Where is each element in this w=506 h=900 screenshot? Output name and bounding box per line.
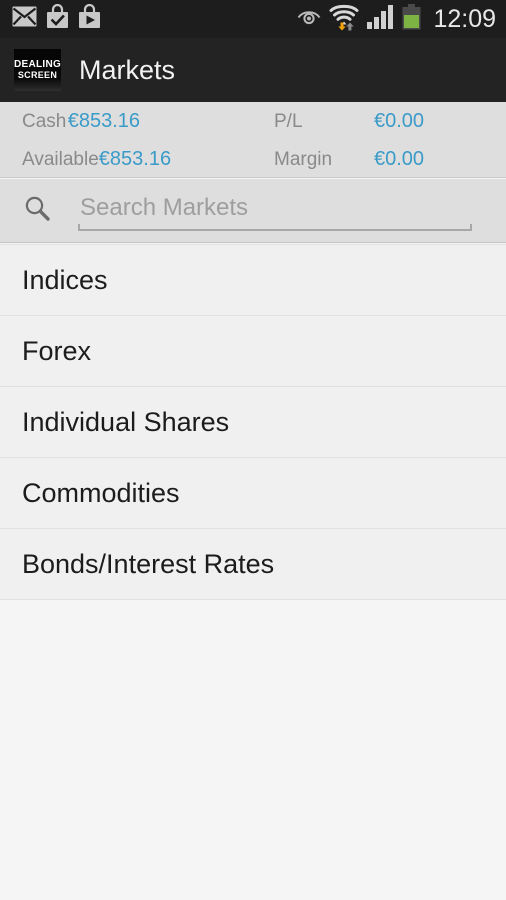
markets-list: Indices Forex Individual Shares Commodit…: [0, 244, 506, 600]
status-bar-system-icons: 12:09: [297, 3, 496, 36]
play-store-update-icon: [46, 3, 69, 34]
eye-icon: [297, 8, 321, 30]
wifi-transfer-icon: [329, 3, 359, 36]
cash-label: Cash: [22, 110, 67, 132]
status-bar-clock: 12:09: [433, 4, 496, 33]
margin-field: Margin €0.00: [270, 149, 424, 170]
action-bar: DEALING SCREEN Markets: [0, 38, 506, 102]
page-title: Markets: [79, 55, 176, 85]
account-summary-row-1: Cash €853.16 P/L €0.00: [0, 102, 506, 140]
market-category-label: Commodities: [22, 478, 180, 508]
available-value: €853.16: [98, 147, 172, 170]
list-item[interactable]: Forex: [0, 316, 506, 387]
list-empty-area: [0, 601, 506, 900]
email-icon: [12, 6, 37, 32]
market-category-label: Bonds/Interest Rates: [22, 549, 275, 579]
search-icon[interactable]: [24, 195, 50, 226]
list-item[interactable]: Bonds/Interest Rates: [0, 529, 506, 600]
status-bar-notification-icons: [12, 3, 101, 34]
app-screen: 12:09 DEALING SCREEN Markets Cash €853.1…: [0, 0, 506, 900]
search-bar: [0, 179, 506, 243]
search-field-underline: [78, 223, 472, 231]
pl-field: P/L €0.00: [270, 111, 424, 132]
search-field[interactable]: [68, 189, 474, 233]
battery-icon: [402, 3, 421, 35]
pl-label: P/L: [274, 110, 303, 132]
account-summary-row-2: Available €853.16 Margin €0.00: [0, 140, 506, 178]
app-logo-line-2: SCREEN: [17, 70, 58, 80]
list-item[interactable]: Commodities: [0, 458, 506, 529]
app-logo: DEALING SCREEN: [14, 49, 61, 91]
margin-value: €0.00: [374, 147, 425, 170]
cash-value: €853.16: [67, 109, 140, 132]
market-category-label: Indices: [22, 265, 108, 295]
available-label: Available: [22, 148, 99, 170]
available-field: Available €853.16: [0, 149, 270, 170]
pl-value: €0.00: [374, 109, 425, 132]
cellular-signal-icon: [367, 4, 394, 34]
cash-field: Cash €853.16: [0, 111, 270, 132]
play-store-icon: [78, 3, 101, 34]
list-item[interactable]: Indices: [0, 245, 506, 316]
list-item[interactable]: Individual Shares: [0, 387, 506, 458]
market-category-label: Individual Shares: [22, 407, 230, 437]
margin-label: Margin: [274, 148, 333, 170]
market-category-label: Forex: [22, 336, 92, 366]
search-input[interactable]: [68, 193, 474, 228]
app-logo-line-1: DEALING: [13, 59, 62, 70]
account-summary-bar: Cash €853.16 P/L €0.00 Available €853.16…: [0, 102, 506, 178]
status-bar: 12:09: [0, 0, 506, 38]
